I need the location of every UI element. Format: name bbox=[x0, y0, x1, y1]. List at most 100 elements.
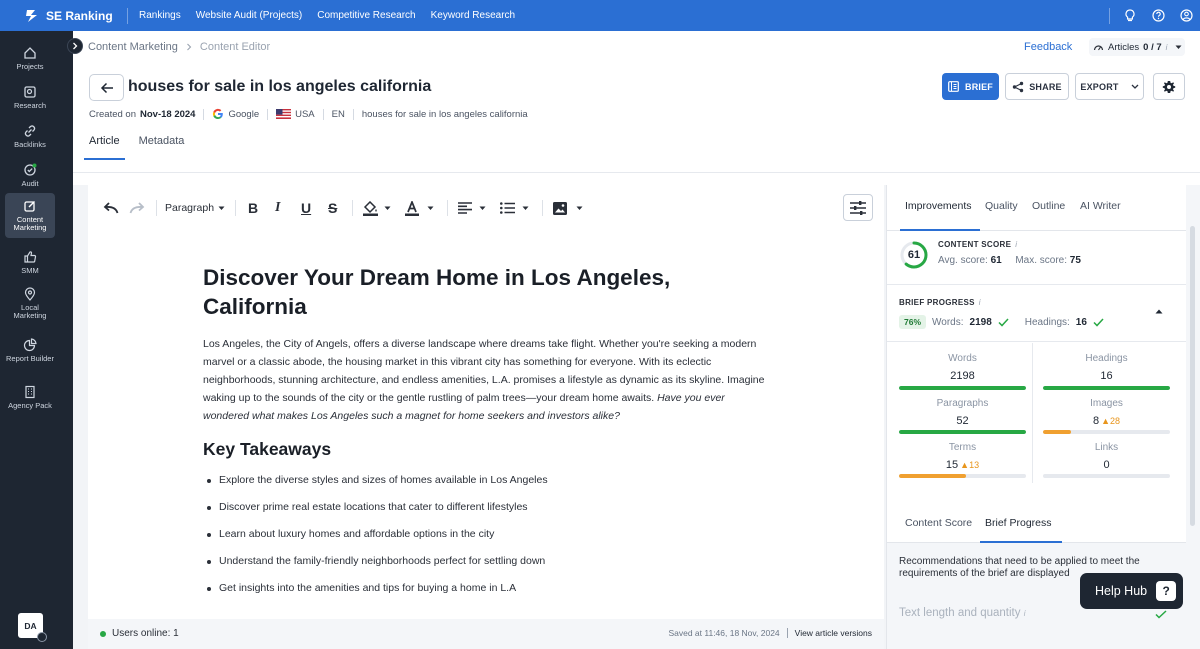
sidebar-item-audit[interactable]: Audit bbox=[5, 155, 55, 195]
back-button[interactable] bbox=[89, 74, 124, 101]
sidebar-item-content-marketing[interactable]: Content Marketing bbox=[5, 193, 55, 238]
bold-icon[interactable]: B bbox=[248, 199, 258, 217]
nav-competitive-research[interactable]: Competitive Research bbox=[317, 10, 415, 21]
sidebar-item-label: Research bbox=[13, 100, 47, 110]
export-button-label: EXPORT bbox=[1080, 81, 1119, 92]
paragraph-style-label: Paragraph bbox=[165, 202, 215, 214]
tab-metadata[interactable]: Metadata bbox=[139, 135, 185, 160]
panel-scrollbar-thumb[interactable] bbox=[1190, 226, 1195, 526]
sidebar-item-label: Report Builder bbox=[6, 354, 54, 363]
created-date: Nov-18 2024 bbox=[140, 108, 196, 120]
list-item: Get insights into the amenities and tips… bbox=[203, 582, 773, 609]
list-item: Understand the family-friendly neighborh… bbox=[203, 555, 773, 582]
sidebar-item-projects[interactable]: Projects bbox=[5, 38, 55, 78]
tab-article[interactable]: Article bbox=[84, 135, 125, 160]
home-icon bbox=[24, 46, 36, 59]
view-versions-link[interactable]: View article versions bbox=[795, 628, 872, 638]
paragraph-style-select[interactable]: Paragraph bbox=[165, 199, 225, 217]
tab-improvements[interactable]: Improvements bbox=[905, 200, 972, 212]
avatar-initials: DA bbox=[24, 620, 37, 631]
article-content[interactable]: Discover Your Dream Home in Los Angeles,… bbox=[203, 263, 773, 609]
sidebar: Projects Research Backlinks Audit Conten… bbox=[0, 31, 73, 649]
share-button[interactable]: SHARE bbox=[1005, 73, 1069, 100]
brief-progress-summary: 76% Words: 2198 Headings: 16 bbox=[899, 315, 1104, 329]
tab-ai-writer[interactable]: AI Writer bbox=[1080, 200, 1121, 212]
nav-website-audit[interactable]: Website Audit (Projects) bbox=[196, 10, 303, 21]
tab-brief-progress[interactable]: Brief Progress bbox=[985, 517, 1052, 529]
editor-settings-button[interactable] bbox=[843, 194, 873, 221]
list-button[interactable] bbox=[500, 199, 529, 217]
highlight-color-button[interactable] bbox=[362, 199, 391, 217]
metric-value: 0 bbox=[1103, 459, 1110, 471]
sidebar-item-agency-pack[interactable]: Agency Pack bbox=[5, 375, 55, 420]
brand-logo[interactable]: SE Ranking bbox=[0, 9, 127, 23]
language: EN bbox=[331, 108, 345, 120]
articles-counter[interactable]: Articles 0 / 7 i bbox=[1089, 38, 1185, 56]
export-button[interactable]: EXPORT bbox=[1075, 73, 1144, 100]
caret-down-icon bbox=[384, 206, 391, 210]
tab-quality[interactable]: Quality bbox=[985, 200, 1018, 212]
strikethrough-icon[interactable]: S bbox=[328, 199, 337, 217]
text-length-heading[interactable]: Text length and quantity i bbox=[899, 607, 1025, 619]
tab-outline[interactable]: Outline bbox=[1032, 200, 1065, 212]
metric-label: Words bbox=[948, 353, 977, 364]
breadcrumb-parent[interactable]: Content Marketing bbox=[88, 41, 178, 53]
sidebar-item-smm[interactable]: SMM bbox=[5, 242, 55, 282]
feedback-link[interactable]: Feedback bbox=[1024, 41, 1072, 53]
brief-progress-label: BRIEF PROGRESS i bbox=[899, 298, 981, 307]
metric-links-bar bbox=[1043, 474, 1170, 478]
arrow-left-icon bbox=[100, 82, 113, 93]
keyword: houses for sale in los angeles californi… bbox=[361, 108, 528, 120]
help-hub-label: Help Hub bbox=[1095, 584, 1148, 598]
brand-name: SE Ranking bbox=[46, 8, 113, 23]
avatar[interactable]: DA bbox=[18, 613, 47, 642]
audit-icon bbox=[24, 163, 37, 176]
metric-images-bar bbox=[1043, 430, 1170, 434]
list-item: Discover prime real estate locations tha… bbox=[203, 501, 773, 528]
check-icon bbox=[1155, 610, 1167, 619]
info-icon[interactable]: i bbox=[1015, 240, 1017, 249]
article-intro: Los Angeles, the City of Angels, offers … bbox=[203, 335, 773, 425]
lightbulb-icon[interactable] bbox=[1116, 9, 1144, 22]
metric-headings: Headings 16 bbox=[1043, 353, 1170, 382]
sidebar-item-backlinks[interactable]: Backlinks bbox=[5, 116, 55, 156]
metric-target-value: 13 bbox=[969, 460, 980, 470]
help-hub-button[interactable]: Help Hub ? bbox=[1080, 573, 1183, 609]
metric-words: Words 2198 bbox=[899, 353, 1026, 382]
text-color-icon bbox=[405, 200, 419, 216]
undo-icon[interactable] bbox=[102, 199, 119, 217]
info-icon: i bbox=[1023, 609, 1026, 618]
sidebar-item-research[interactable]: Research bbox=[5, 77, 55, 117]
chevron-right-icon bbox=[187, 43, 192, 51]
metric-paragraphs: Paragraphs 52 bbox=[899, 398, 1026, 427]
info-icon[interactable]: i bbox=[979, 298, 981, 307]
nav-rankings[interactable]: Rankings bbox=[139, 10, 181, 21]
share-icon bbox=[1013, 81, 1024, 92]
collapse-caret-icon[interactable] bbox=[1155, 309, 1163, 314]
words-summary-value: 2198 bbox=[969, 316, 992, 328]
tab-content-score[interactable]: Content Score bbox=[905, 517, 972, 529]
sidebar-item-label: Backlinks bbox=[14, 139, 46, 149]
align-button[interactable] bbox=[458, 199, 486, 217]
brief-button[interactable]: BRIEF bbox=[942, 73, 999, 100]
redo-icon[interactable] bbox=[129, 199, 146, 217]
sidebar-item-report-builder[interactable]: Report Builder bbox=[5, 328, 55, 373]
nav-keyword-research[interactable]: Keyword Research bbox=[431, 10, 515, 21]
sidebar-toggle-button[interactable] bbox=[67, 38, 83, 54]
list-item: Explore the diverse styles and sizes of … bbox=[203, 474, 773, 501]
help-icon[interactable] bbox=[1144, 9, 1172, 22]
text-color-button[interactable] bbox=[405, 199, 434, 217]
user-icon[interactable] bbox=[1172, 9, 1200, 22]
caret-down-icon bbox=[1175, 45, 1182, 49]
score-stats: Avg. score: 61 Max. score: 75 bbox=[938, 255, 1081, 266]
insert-image-button[interactable] bbox=[553, 199, 583, 217]
underline-icon[interactable]: U bbox=[301, 199, 311, 217]
italic-icon[interactable]: I bbox=[275, 199, 280, 217]
fill-bucket-icon bbox=[363, 200, 378, 216]
text-length-label: Text length and quantity bbox=[899, 607, 1021, 619]
list-item: Learn about luxury homes and affordable … bbox=[203, 528, 773, 555]
sidebar-item-local-marketing[interactable]: Local Marketing bbox=[5, 281, 55, 326]
settings-button[interactable] bbox=[1153, 73, 1185, 100]
content-score-label: CONTENT SCORE i bbox=[938, 240, 1017, 249]
metric-terms-bar bbox=[899, 474, 1026, 478]
